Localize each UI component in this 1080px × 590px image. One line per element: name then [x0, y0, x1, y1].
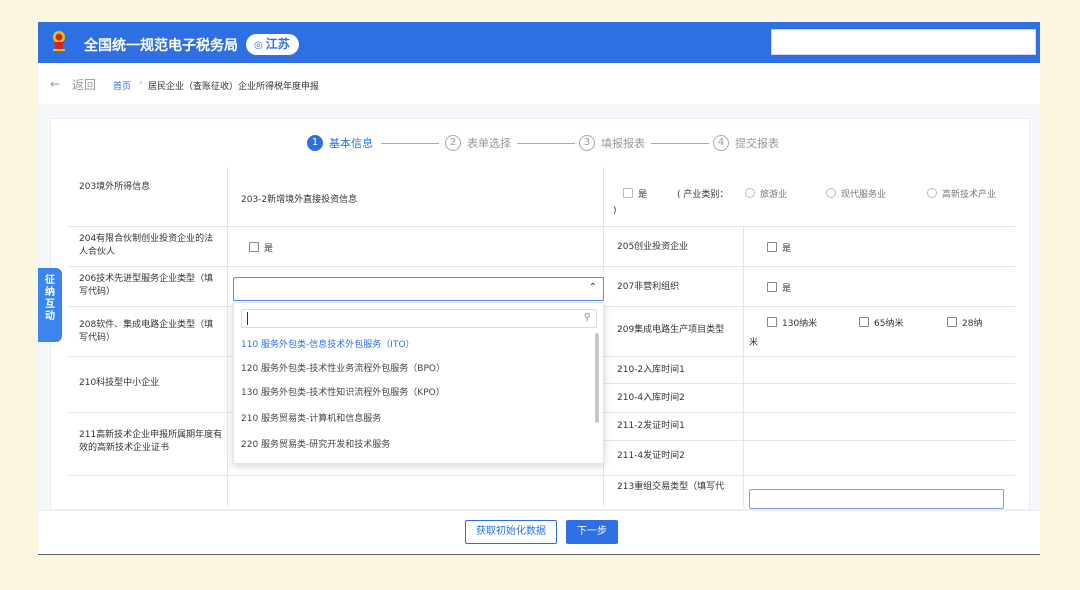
- interaction-side-tab[interactable]: 征纳互动: [38, 268, 62, 342]
- app-window: 全国统一规范电子税务局 ◎ 江苏 ← 返回 首页 › 居民企业（查账征收）企业所得…: [38, 22, 1040, 555]
- radio-circle: [826, 188, 836, 198]
- step-label: 填报报表: [601, 137, 645, 150]
- step-number: 2: [445, 135, 461, 151]
- field-label-210-2: 210-2入库时间1: [617, 365, 685, 375]
- region-label: 江苏: [265, 37, 290, 51]
- field-label-203: 203境外所得信息: [79, 182, 151, 192]
- radio-circle: [927, 188, 937, 198]
- back-link[interactable]: 返回: [72, 76, 96, 93]
- footer-divider: [38, 554, 1040, 555]
- dropdown-option[interactable]: 220 服务贸易类-研究开发和技术服务: [241, 437, 390, 450]
- industry-close: ): [613, 206, 617, 216]
- checkbox-205-yes[interactable]: 是: [767, 241, 791, 254]
- row-divider: [67, 226, 1015, 227]
- location-pin-icon: ◎: [254, 40, 263, 51]
- step-number: 3: [579, 135, 595, 151]
- checkbox-203-yes[interactable]: 是: [623, 187, 647, 200]
- radio-hightech[interactable]: 高新技术产业: [927, 187, 996, 200]
- top-bar: 全国统一规范电子税务局 ◎ 江苏: [38, 22, 1040, 63]
- row-divider: [603, 440, 1015, 441]
- checkbox-box: [859, 317, 869, 327]
- step-submit-report[interactable]: 4 提交报表: [713, 135, 779, 151]
- field-label-203-2: 203-2新增境外直接投资信息: [241, 195, 358, 205]
- checkbox-box: [767, 242, 777, 252]
- dropdown-option[interactable]: 130 服务外包类-技术性知识流程外包服务（KPO）: [241, 385, 445, 398]
- col-divider: [227, 167, 228, 507]
- row-divider: [603, 383, 1015, 384]
- dropdown-option[interactable]: 210 服务贸易类-计算机和信息服务: [241, 411, 381, 424]
- checkbox-box: [623, 188, 633, 198]
- region-selector[interactable]: ◎ 江苏: [246, 34, 299, 55]
- checkbox-207-yes[interactable]: 是: [767, 281, 791, 294]
- step-label: 基本信息: [329, 137, 373, 150]
- search-icon: ⚲: [583, 312, 591, 323]
- checkbox-28nm-wrap: 米: [749, 338, 759, 348]
- checkbox-28nm[interactable]: 28纳: [947, 316, 982, 329]
- field-label-213: 213重组交易类型（填写代: [617, 482, 725, 492]
- breadcrumb-separator: ›: [139, 78, 143, 88]
- back-arrow-icon[interactable]: ←: [50, 77, 60, 91]
- field-label-211-2: 211-2发证时间1: [617, 421, 685, 431]
- field-label-208: 208软件、集成电路企业类型（填写代码）: [79, 320, 214, 343]
- field-label-210-4: 210-4入库时间2: [617, 393, 685, 403]
- field-label-205: 205创业投资企业: [617, 242, 689, 252]
- header-search-input[interactable]: [771, 29, 1036, 55]
- col-divider: [743, 226, 744, 507]
- step-label: 表单选择: [467, 137, 511, 150]
- breadcrumb-home-link[interactable]: 首页: [113, 79, 131, 92]
- checkbox-box: [767, 282, 777, 292]
- dropdown-option[interactable]: 110 服务外包类-信息技术外包服务（ITO）: [241, 337, 415, 350]
- field-label-209: 209集成电路生产项目类型: [617, 325, 725, 335]
- radio-circle: [745, 188, 755, 198]
- checkbox-130nm[interactable]: 130纳米: [767, 316, 817, 329]
- dropdown-option[interactable]: 120 服务外包类-技术性业务流程外包服务（BPO）: [241, 361, 445, 374]
- footer-bar: 获取初始化数据 下一步: [38, 510, 1040, 555]
- field-label-206: 206技术先进型服务企业类型（填写代码）: [79, 274, 214, 297]
- breadcrumb: ← 返回 首页 › 居民企业（查账征收）企业所得税年度申报: [38, 63, 1040, 104]
- breadcrumb-current: 居民企业（查账征收）企业所得税年度申报: [148, 82, 320, 92]
- side-tab-label: 征纳互动: [45, 275, 55, 322]
- step-form-select[interactable]: 2 表单选择: [445, 135, 511, 151]
- field-label-211: 211高新技术企业申报所属期年度有效的高新技术企业证书: [79, 430, 223, 453]
- step-fill-report[interactable]: 3 填报报表: [579, 135, 645, 151]
- step-connector: [381, 143, 439, 144]
- step-number: 4: [713, 135, 729, 151]
- dropdown-scrollbar[interactable]: [595, 333, 599, 423]
- dropdown-search-input[interactable]: ⚲: [241, 309, 597, 328]
- industry-prefix: ( 产业类别：: [677, 190, 729, 200]
- step-connector: [651, 143, 709, 144]
- select-206-tech-service-type[interactable]: ⌃: [233, 277, 604, 301]
- select-206-dropdown: ⚲ 110 服务外包类-信息技术外包服务（ITO） 120 服务外包类-技术性业…: [233, 302, 604, 464]
- field-label-210: 210科技型中小企业: [79, 378, 160, 388]
- field-label-211-4: 211-4发证时间2: [617, 451, 685, 461]
- emblem-icon: [53, 31, 65, 51]
- checkbox-box: [947, 317, 957, 327]
- get-init-data-button[interactable]: 获取初始化数据: [465, 520, 557, 544]
- field-213-input[interactable]: [749, 489, 1004, 509]
- field-label-204: 204有限合伙制创业投资企业的法人合伙人: [79, 234, 214, 257]
- checkbox-204-yes[interactable]: 是: [249, 241, 273, 254]
- chevron-up-icon: ⌃: [588, 282, 597, 293]
- next-step-button[interactable]: 下一步: [566, 520, 618, 544]
- form-table: 203境外所得信息 203-2新增境外直接投资信息 是 ( 产业类别： 旅游业 …: [51, 167, 1029, 509]
- radio-modern-service[interactable]: 现代服务业: [826, 187, 886, 200]
- step-label: 提交报表: [735, 137, 779, 150]
- checkbox-65nm[interactable]: 65纳米: [859, 316, 903, 329]
- checkbox-box: [249, 242, 259, 252]
- step-number: 1: [307, 135, 323, 151]
- step-basic-info[interactable]: 1 基本信息: [307, 135, 373, 151]
- text-cursor: [247, 312, 248, 325]
- row-divider: [67, 266, 1015, 267]
- radio-tourism[interactable]: 旅游业: [745, 187, 787, 200]
- checkbox-box: [767, 317, 777, 327]
- step-connector: [517, 143, 575, 144]
- row-divider: [67, 475, 1015, 476]
- form-card: 1 基本信息 2 表单选择 3 填报报表 4 提交报表 203境外所得信息 20…: [50, 118, 1030, 510]
- app-title: 全国统一规范电子税务局: [84, 38, 238, 54]
- field-label-207: 207非营利组织: [617, 282, 680, 292]
